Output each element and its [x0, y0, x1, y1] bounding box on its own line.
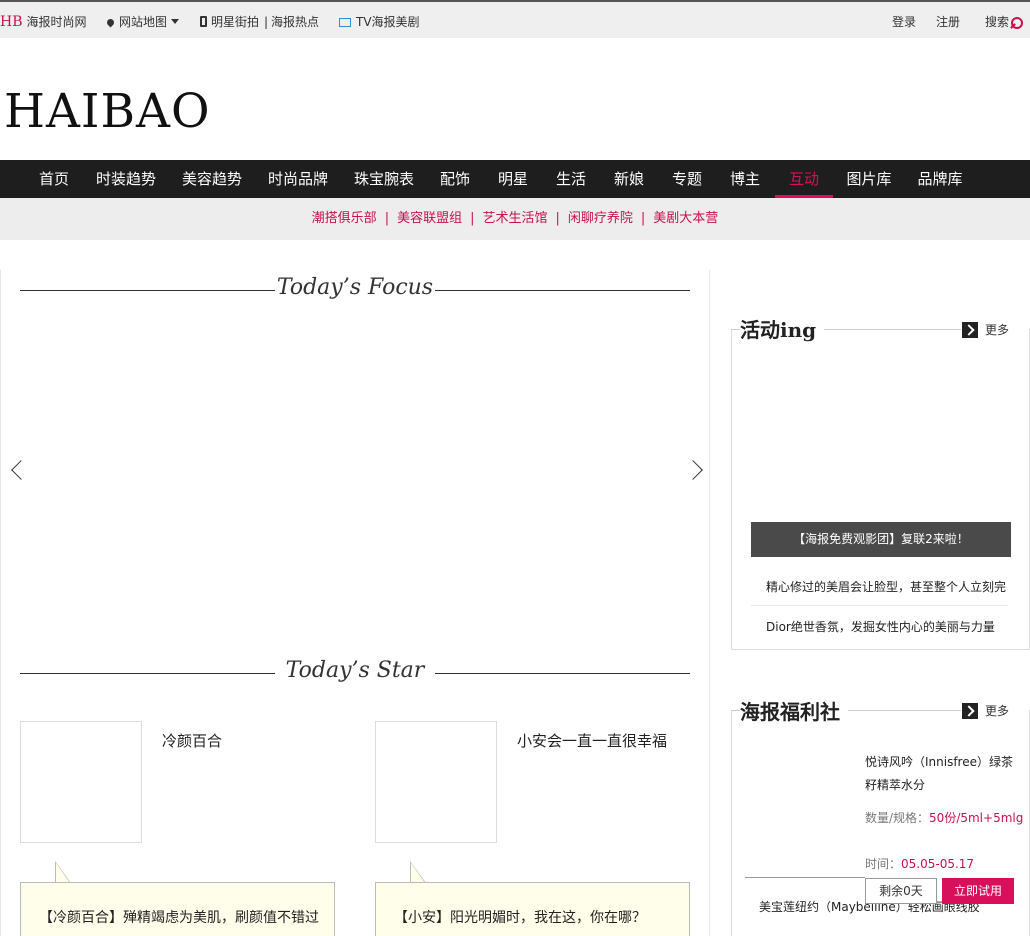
login-link[interactable]: 登录 [892, 13, 916, 30]
nav-topics[interactable]: 专题 [661, 160, 713, 198]
nav-fashion-trends[interactable]: 时装趋势 [93, 160, 159, 198]
tv-icon [339, 18, 351, 27]
main-nav: 首页 时装趋势 美容趋势 时尚品牌 珠宝腕表 配饰 明星 生活 新娘 专题 博主… [0, 160, 1030, 198]
hb-logo-icon: HB [0, 14, 23, 30]
content-border [0, 270, 1, 936]
hot-link[interactable]: | 海报热点 [264, 13, 319, 30]
street-snap-link[interactable]: 明星街拍 [200, 13, 259, 30]
nav-bridal[interactable]: 新娘 [603, 160, 655, 198]
nav-celebrity[interactable]: 明星 [487, 160, 539, 198]
product-time: 时间：05.05-05.17 [865, 857, 975, 871]
search-icon [1011, 17, 1024, 29]
activity-item[interactable]: 精心修过的美眉会让脸型，甚至整个人立刻完 [766, 578, 1006, 595]
product-name[interactable]: 悦诗风吟（Innisfree）绿茶籽精萃水分 [865, 751, 1015, 797]
activity-item[interactable]: Dior绝世香氛，发掘女性内心的美丽与力量 [766, 618, 995, 635]
focus-title: Today’s Focus [276, 275, 434, 300]
column-divider [709, 270, 710, 936]
carousel-prev-icon[interactable] [11, 460, 31, 480]
subnav-item[interactable]: 闲聊疗养院 [568, 211, 633, 226]
nav-brand-library[interactable]: 品牌库 [911, 160, 969, 198]
nav-interactive[interactable]: 互动 [775, 160, 833, 198]
activity-banner[interactable]: 【海报免费观影团】复联2来啦！ [751, 522, 1011, 557]
nav-gallery[interactable]: 图片库 [840, 160, 898, 198]
subnav-item[interactable]: 美容联盟组 [397, 211, 462, 226]
nav-beauty-trends[interactable]: 美容趋势 [179, 160, 245, 198]
try-now-button[interactable]: 立即试用 [942, 878, 1014, 904]
chevron-right-icon [962, 703, 978, 719]
nav-home[interactable]: 首页 [28, 160, 80, 198]
chevron-down-icon [171, 19, 180, 24]
nav-jewelry-watches[interactable]: 珠宝腕表 [351, 160, 417, 198]
tv-drama-link[interactable]: TV海报美剧 [339, 13, 420, 30]
top-bar: HB 海报时尚网 网站地图 明星街拍 | 海报热点 TV海报美剧 登录 注册 搜索 [0, 0, 1030, 38]
activity-panel [731, 329, 1030, 650]
star-name[interactable]: 小安会一直一直很幸福 [517, 730, 667, 751]
nav-bloggers[interactable]: 博主 [719, 160, 771, 198]
phone-icon [200, 16, 207, 27]
focus-heading: Today’s Focus [20, 275, 690, 305]
subnav-item[interactable]: 潮搭俱乐部 [312, 211, 377, 226]
nav-fashion-brands[interactable]: 时尚品牌 [265, 160, 331, 198]
nav-accessories[interactable]: 配饰 [429, 160, 481, 198]
star-quote[interactable]: 【冷颜百合】殚精竭虑为美肌，刷颜值不错过 [20, 882, 335, 936]
subnav-item[interactable]: 美剧大本营 [653, 211, 718, 226]
star-quote[interactable]: 【小安】阳光明媚时，我在这，你在哪？ [375, 882, 690, 936]
welfare-title: 海报福利社 [740, 696, 848, 725]
welfare-more-link[interactable]: 更多 [962, 702, 1009, 719]
star-name[interactable]: 冷颜百合 [162, 730, 222, 751]
register-link[interactable]: 注册 [936, 13, 960, 30]
star-avatar[interactable] [375, 721, 497, 843]
search-button[interactable]: 搜索 [985, 13, 1024, 30]
subnav-item[interactable]: 艺术生活馆 [482, 211, 547, 226]
haibao-logo[interactable]: HAIBAO [4, 84, 211, 139]
sitemap-dropdown[interactable]: 网站地图 [105, 13, 180, 30]
product-quantity: 数量/规格：50份/5ml+5mlg [865, 811, 1024, 825]
location-pin-icon [105, 17, 116, 28]
remaining-days-badge: 剩余0天 [865, 878, 937, 904]
activity-title: 活动ing [740, 314, 825, 343]
activity-more-link[interactable]: 更多 [962, 321, 1009, 338]
site-home-link[interactable]: HB 海报时尚网 [0, 13, 87, 30]
sub-nav: 潮搭俱乐部 | 美容联盟组 | 艺术生活馆 | 闲聊疗养院 | 美剧大本营 [0, 198, 1030, 240]
star-heading: Today’s Star [20, 658, 690, 688]
carousel-next-icon[interactable] [683, 460, 703, 480]
chevron-right-icon [962, 322, 978, 338]
star-avatar[interactable] [20, 721, 142, 843]
star-title: Today’s Star [285, 658, 425, 683]
nav-lifestyle[interactable]: 生活 [545, 160, 597, 198]
